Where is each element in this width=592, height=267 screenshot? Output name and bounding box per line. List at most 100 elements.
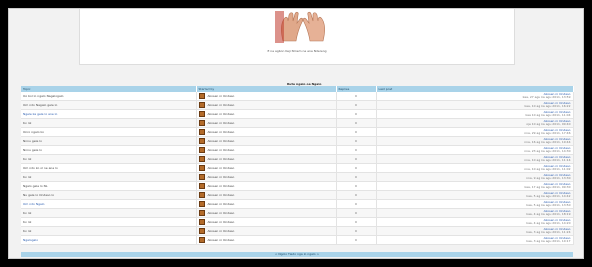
hands-image bbox=[275, 11, 331, 43]
table-row[interactable]: Nu gele lo Ondaso lo Akosen ni Ondaso 0 Ako… bbox=[21, 190, 574, 200]
last-post-date[interactable]: nna, 10 ag ka agu 2011, 11:02 bbox=[379, 168, 570, 171]
table-row[interactable]: Oo bol lo ngalo Nagalogalo Akosen ni Onda… bbox=[21, 92, 574, 101]
topic-link[interactable]: Kv nk bbox=[23, 229, 31, 233]
last-post-cell: Akosen ni Ondaso kaa, 17 ag ka agu 2011, … bbox=[376, 181, 574, 191]
avatar bbox=[198, 228, 205, 234]
author-name[interactable]: Akosen ni Ondaso bbox=[208, 184, 235, 188]
topic-link[interactable]: Nu gele lo Ondaso lo bbox=[23, 193, 54, 197]
avatar bbox=[198, 120, 205, 126]
topic-cell[interactable]: Nu gele lo Ondaso lo bbox=[21, 190, 197, 200]
table-row[interactable]: Ngalogalo Akosen ni Ondaso 0 Akosen ni Onda… bbox=[21, 235, 574, 245]
last-post-date[interactable]: nna, 10 ag ka agu 2011, 11:14 bbox=[379, 159, 570, 162]
topic-cell[interactable]: Nnnu gele lo bbox=[21, 145, 197, 155]
topic-link[interactable]: Onro ngalo ko bbox=[23, 130, 44, 134]
topic-cell[interactable]: Kv nk bbox=[21, 118, 197, 128]
table-footer[interactable]: < Ngolo Tiedo nga lo ngalo > bbox=[21, 252, 573, 257]
author-name[interactable]: Akosen ni Ondaso bbox=[208, 148, 235, 152]
topic-cell[interactable]: Om ndo Ngalo bbox=[21, 199, 197, 209]
forum-page: E ne agbon Keji Nmem ne ene Ndereng Rutu… bbox=[8, 8, 584, 259]
replies-count: 0 bbox=[336, 92, 377, 101]
topic-cell[interactable]: Om ndo Nagalo gele lo bbox=[21, 100, 197, 110]
table-row[interactable]: Kv nk Akosen ni Ondaso 0 Akosen ni Ondaso ka… bbox=[21, 217, 574, 227]
last-post-cell: Akosen ni Ondaso kaa, 10 ag ka agu 2011, … bbox=[376, 100, 574, 110]
author-name[interactable]: Akosen ni Ondaso bbox=[208, 166, 235, 170]
author-name[interactable]: Akosen ni Ondaso bbox=[208, 103, 235, 107]
last-post-date[interactable]: kaa, 4 ag ka agu 2011, 18:19 bbox=[379, 213, 570, 216]
avatar bbox=[198, 219, 205, 225]
last-post-date[interactable]: kaa, 10 ag ka agu 2011, 16:22 bbox=[379, 105, 571, 108]
avatar bbox=[198, 210, 205, 216]
topic-cell[interactable]: Onro ngalo ko bbox=[21, 127, 197, 137]
author-name[interactable]: Akosen ni Ondaso bbox=[208, 94, 235, 98]
topic-link[interactable]: Om ndo ko ol ne ane lo bbox=[23, 166, 58, 170]
table-row[interactable]: Nnnu gele lo Akosen ni Ondaso 0 Akosen ni O… bbox=[21, 136, 574, 146]
topic-link[interactable]: Ngalo gele lo NL bbox=[23, 184, 48, 188]
last-post-date[interactable]: kaa, 5 ag ka agu 2011, 14:42 bbox=[379, 195, 570, 198]
author-name[interactable]: Akosen ni Ondaso bbox=[208, 211, 235, 215]
topic-cell[interactable]: Ngalogalo bbox=[21, 235, 197, 245]
author-name[interactable]: Akosen ni Ondaso bbox=[208, 121, 235, 125]
table-row[interactable]: Kv nk Akosen ni Ondaso 0 Akosen ni Ondaso ka… bbox=[21, 208, 574, 218]
topic-cell[interactable]: Oo bol lo ngalo Nagalogalo bbox=[21, 92, 197, 101]
topic-link[interactable]: Kv nk bbox=[23, 211, 31, 215]
topic-link[interactable]: Om ndo Ngalo bbox=[23, 202, 45, 206]
table-row[interactable]: Kv nk Akosen ni Ondaso 0 Akosen ni Ondaso oj… bbox=[21, 118, 574, 128]
last-post-date[interactable]: kaa, 17 ag ka agu 2011, 09:30 bbox=[379, 186, 571, 189]
last-post-date[interactable]: kaa, 3 ag ka agu 2011, 11:24 bbox=[379, 231, 570, 234]
author-name[interactable]: Akosen ni Ondaso bbox=[208, 193, 235, 197]
last-post-date[interactable]: nna, 23 ag ka agu 2011, 14:30 bbox=[379, 150, 570, 153]
topic-cell[interactable]: Ngalo gele lo NL bbox=[21, 181, 197, 191]
last-post-date[interactable]: oje 10 ag ka agu 2011, 09:40 bbox=[379, 123, 570, 126]
author-name[interactable]: Akosen ni Ondaso bbox=[208, 202, 235, 206]
last-post-date[interactable]: nna, 29 ag ka agu 2011, 17:46 bbox=[379, 132, 570, 135]
table-row[interactable]: Kv nk Akosen ni Ondaso 0 Akosen ni Ondaso ka… bbox=[21, 226, 574, 236]
topic-cell[interactable]: Kv nk bbox=[21, 154, 197, 164]
topic-cell[interactable]: Om ndo ko ol ne ane lo bbox=[21, 163, 197, 173]
table-row[interactable]: Ngele ka gele lo ane lo Akosen ni Ondaso 0… bbox=[21, 109, 574, 119]
author-name[interactable]: Akosen ni Ondaso bbox=[208, 229, 235, 233]
topic-cell[interactable]: Nnnu gele lo bbox=[21, 136, 197, 146]
author-name[interactable]: Akosen ni Ondaso bbox=[208, 238, 235, 242]
topic-link[interactable]: Ngalogalo bbox=[23, 238, 38, 242]
author-name[interactable]: Akosen ni Ondaso bbox=[208, 130, 235, 134]
table-row[interactable]: Nnnu gele lo Akosen ni Ondaso 0 Akosen ni O… bbox=[21, 145, 574, 155]
topic-link[interactable]: Nnnu gele lo bbox=[23, 148, 42, 152]
topic-cell[interactable]: Kv nk bbox=[21, 226, 197, 236]
topic-cell[interactable]: Kv nk bbox=[21, 172, 197, 182]
table-row[interactable]: Ngalo gele lo NL Akosen ni Ondaso 0 Akosen … bbox=[21, 181, 574, 191]
replies-count: 0 bbox=[336, 127, 377, 137]
last-post-date[interactable]: kaa 10 ag ka agu 2011, 11:04 bbox=[379, 114, 570, 117]
topic-cell[interactable]: Kv nk bbox=[21, 208, 197, 218]
table-row[interactable]: Kv nk Akosen ni Ondaso 0 Akosen ni Ondaso nn… bbox=[21, 172, 574, 182]
last-post-date[interactable]: kaa, 5 ag ka agu 2011, 13:50 bbox=[379, 204, 570, 207]
topic-link[interactable]: Nnnu gele lo bbox=[23, 139, 42, 143]
topic-link[interactable]: Kv nk bbox=[23, 175, 31, 179]
last-post-date[interactable]: nna, 16 ag ka agu 2011, 19:44 bbox=[379, 141, 570, 144]
last-post-date[interactable]: kaa, 4 ag ka agu 2011, 14:20 bbox=[379, 222, 570, 225]
topic-cell[interactable]: Ngele ka gele lo ane lo bbox=[21, 109, 197, 119]
table-row[interactable]: Om ndo ko ol ne ane lo Akosen ni Ondaso 0 A… bbox=[21, 163, 574, 173]
author-name[interactable]: Akosen ni Ondaso bbox=[208, 112, 235, 116]
author-name[interactable]: Akosen ni Ondaso bbox=[208, 157, 235, 161]
topic-link[interactable]: Ngele ka gele lo ane lo bbox=[23, 112, 57, 116]
author-cell: Akosen ni Ondaso bbox=[196, 199, 337, 209]
topic-link[interactable]: Om ndo Nagalo gele lo bbox=[23, 103, 57, 107]
table-row[interactable]: Om ndo Nagalo gele lo Akosen ni Ondaso 0 Ak… bbox=[21, 100, 574, 110]
topic-link[interactable]: Kv nk bbox=[23, 121, 31, 125]
table-row[interactable]: Kv nk Akosen ni Ondaso 0 Akosen ni Ondaso nn… bbox=[21, 154, 574, 164]
table-row[interactable]: Om ndo Ngalo Akosen ni Ondaso 0 Akosen ni O… bbox=[21, 199, 574, 209]
topic-cell[interactable]: Kv nk bbox=[21, 217, 197, 227]
author-cell: Akosen ni Ondaso bbox=[196, 181, 337, 191]
table-row[interactable]: Onro ngalo ko Akosen ni Ondaso 0 Akosen ni … bbox=[21, 127, 574, 137]
last-post-date[interactable]: nna, 9 ag ka agu 2011, 13:30 bbox=[379, 177, 570, 180]
topic-link[interactable]: Kv nk bbox=[23, 220, 31, 224]
author-name[interactable]: Akosen ni Ondaso bbox=[208, 175, 235, 179]
author-name[interactable]: Akosen ni Ondaso bbox=[208, 220, 235, 224]
author-name[interactable]: Akosen ni Ondaso bbox=[208, 139, 235, 143]
avatar bbox=[198, 174, 205, 180]
last-post-date[interactable]: kaa, 3 ag ka agu 2011, 10:17 bbox=[379, 240, 570, 243]
topic-link[interactable]: Kv nk bbox=[23, 157, 31, 161]
avatar bbox=[198, 183, 205, 189]
topic-link[interactable]: Oo bol lo ngalo Nagalogalo bbox=[23, 94, 63, 98]
last-post-date[interactable]: kaa, 27 agu ka agu 2011, 13:59 bbox=[379, 96, 571, 99]
